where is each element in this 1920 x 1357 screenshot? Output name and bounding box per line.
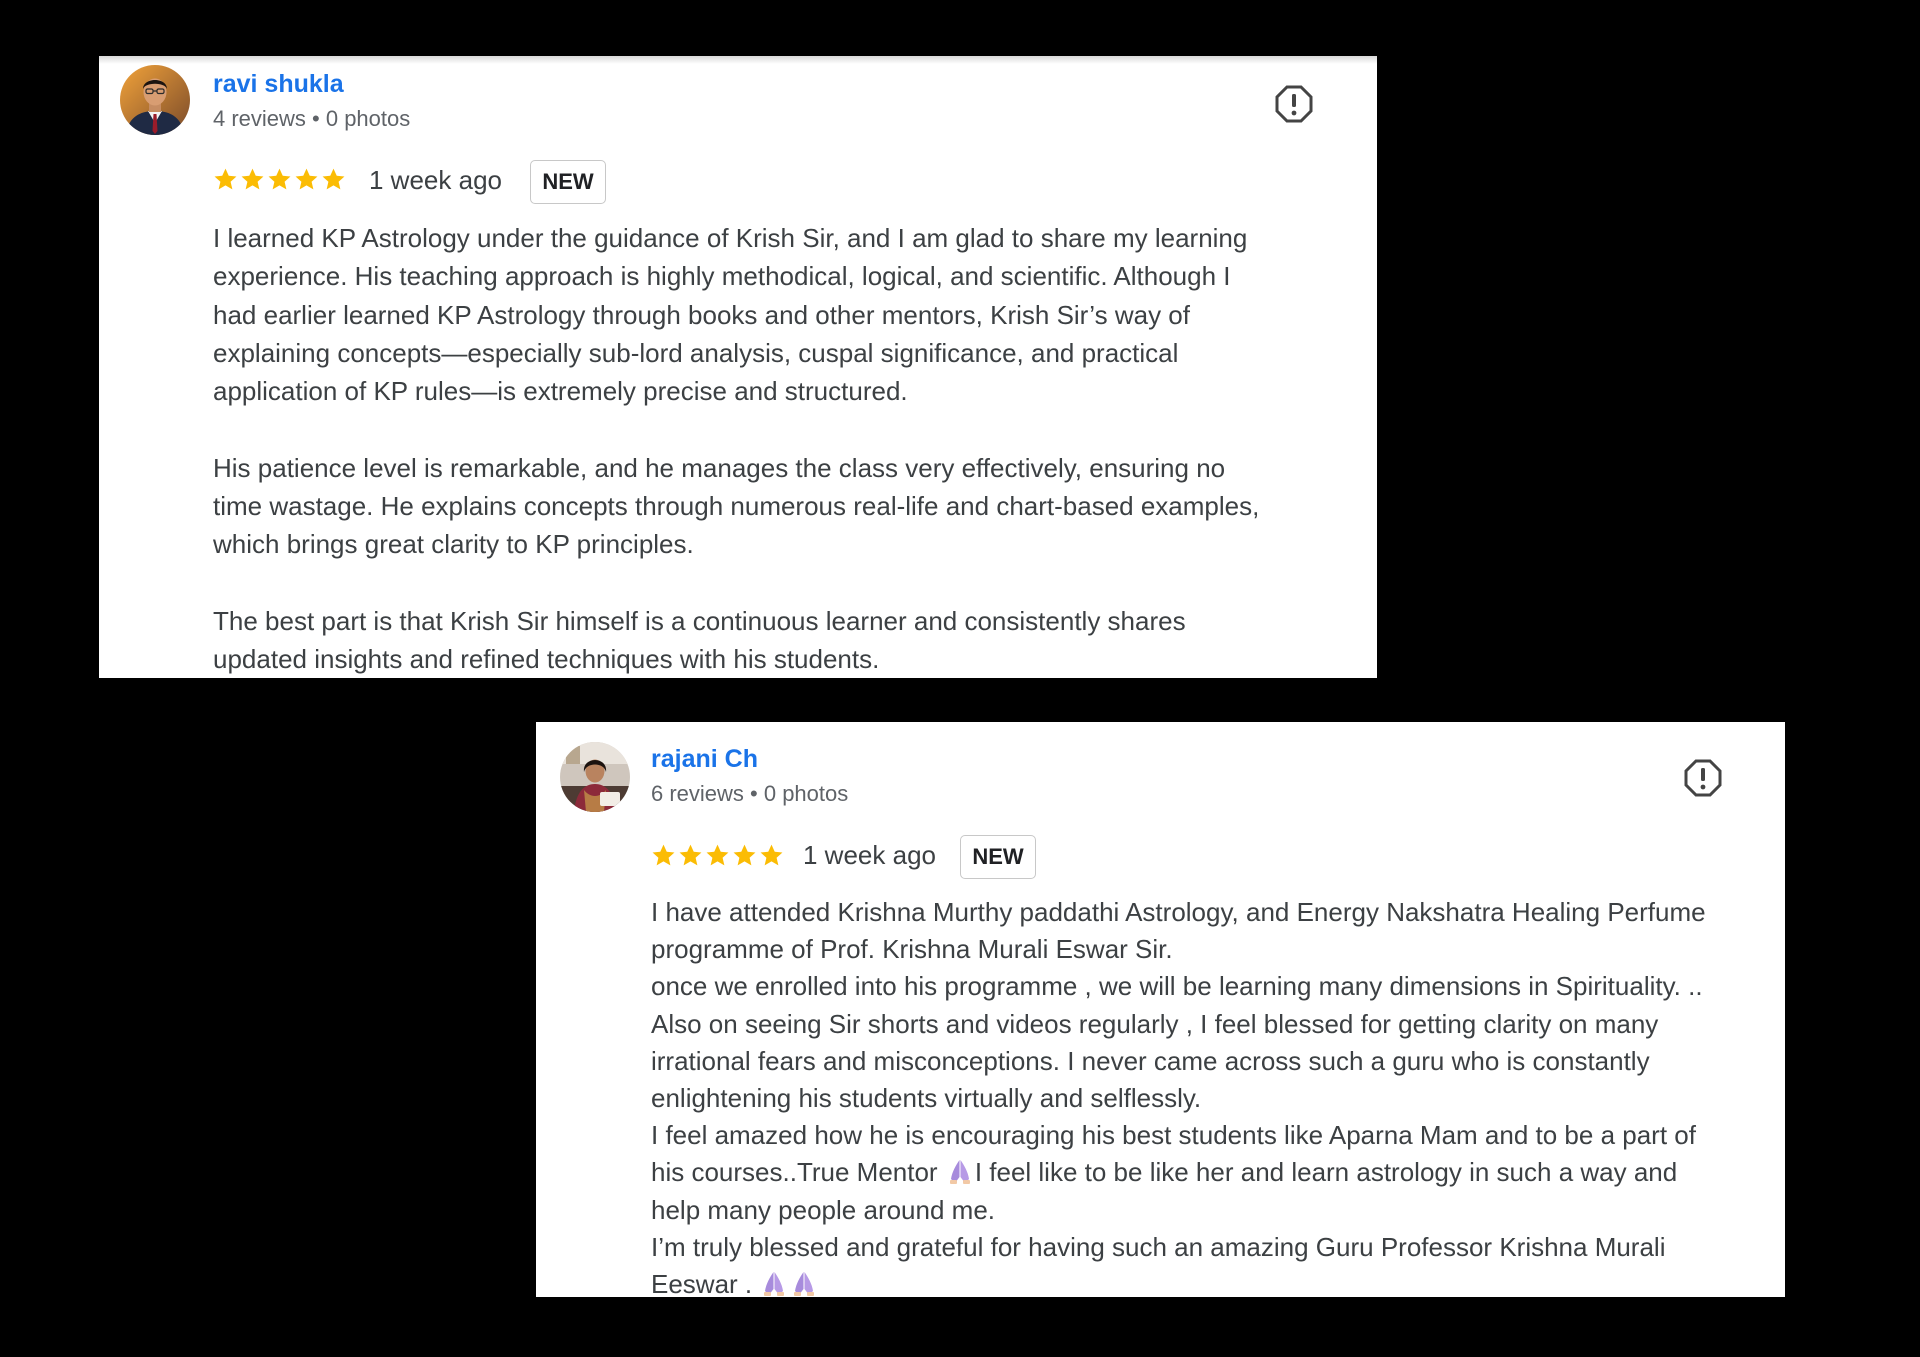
review-line-text: Eeswar . xyxy=(651,1269,760,1297)
review-line: his courses..True Mentor I feel like to … xyxy=(651,1154,1706,1191)
card-top-shadow xyxy=(99,56,1377,64)
reviewer-avatar[interactable] xyxy=(560,742,630,812)
review-line: His patience level is remarkable, and he… xyxy=(213,452,1226,483)
star-icon xyxy=(652,844,675,866)
review-line: I have attended Krishna Murthy paddathi … xyxy=(651,897,1706,927)
review-line: Also on seeing Sir shorts and videos reg… xyxy=(651,1008,1659,1039)
review-line: The best part is that Krish Sir himself … xyxy=(213,605,1186,636)
review-date: 1 week ago xyxy=(803,840,936,870)
folded-hands-emoji-icon xyxy=(794,1272,815,1297)
review-line: I feel amazed how he is encouraging his … xyxy=(651,1120,1696,1151)
review-line-text: I feel like to be like her and learn ast… xyxy=(974,1157,1678,1188)
star-icon xyxy=(322,168,345,190)
new-badge: NEW xyxy=(960,835,1036,879)
review-line: updated insights and refined techniques … xyxy=(213,644,880,675)
review-text: I learned KP Astrology under the guidanc… xyxy=(213,219,1259,678)
star-icon xyxy=(733,844,756,866)
star-icon xyxy=(760,844,783,866)
review-card: rajani Ch 6 reviews • 0 photos 1 week ag… xyxy=(536,722,1785,1297)
review-line: explaining concepts—especially sub-lord … xyxy=(213,337,1179,368)
review-paragraph: His patience level is remarkable, and he… xyxy=(213,449,1259,564)
review-line: once we enrolled into his programme , we… xyxy=(651,971,1703,1002)
reviewer-name[interactable]: ravi shukla xyxy=(213,70,344,99)
review-paragraph: The best part is that Krish Sir himself … xyxy=(213,602,1259,678)
review-line: Eeswar . xyxy=(651,1266,1706,1297)
review-line: time wastage. He explains concepts throu… xyxy=(213,491,1260,522)
review-line: application of KP rules—is extremely pre… xyxy=(213,376,908,407)
star-icon xyxy=(268,168,291,190)
review-line: help many people around me. xyxy=(651,1194,996,1225)
star-icon xyxy=(706,844,729,866)
review-line: programme of Prof. Krishna Murali Eswar … xyxy=(651,934,1173,965)
review-line: experience. His teaching approach is hig… xyxy=(213,261,1231,292)
review-card: ravi shukla 4 reviews • 0 photos 1 week … xyxy=(99,56,1377,678)
star-rating xyxy=(651,843,784,868)
folded-hands-emoji-icon xyxy=(764,1272,785,1297)
star-rating xyxy=(213,167,346,192)
reviewer-stats[interactable]: 4 reviews • 0 photos xyxy=(213,106,410,132)
star-icon xyxy=(295,168,318,190)
review-paragraph: I learned KP Astrology under the guidanc… xyxy=(213,219,1259,410)
star-icon xyxy=(679,844,702,866)
review-text: I have attended Krishna Murthy paddathi … xyxy=(651,894,1706,1297)
review-line-text: his courses..True Mentor xyxy=(651,1157,945,1188)
report-review-icon[interactable] xyxy=(1275,85,1313,123)
new-badge: NEW xyxy=(530,160,606,204)
star-icon xyxy=(241,168,264,190)
review-line: I learned KP Astrology under the guidanc… xyxy=(213,223,1248,253)
folded-hands-emoji-icon xyxy=(949,1160,970,1185)
reviewer-avatar[interactable] xyxy=(120,65,190,135)
review-line: had earlier learned KP Astrology through… xyxy=(213,299,1190,330)
review-date: 1 week ago xyxy=(369,165,502,195)
report-review-icon[interactable] xyxy=(1684,759,1722,797)
review-line: I’m truly blessed and grateful for havin… xyxy=(651,1231,1666,1262)
reviewer-stats[interactable]: 6 reviews • 0 photos xyxy=(651,781,848,807)
review-line: irrational fears and misconceptions. I n… xyxy=(651,1045,1650,1076)
reviewer-name[interactable]: rajani Ch xyxy=(651,745,758,774)
star-icon xyxy=(214,168,237,190)
review-line: enlightening his students virtually and … xyxy=(651,1083,1202,1114)
review-line: which brings great clarity to KP princip… xyxy=(213,529,694,560)
